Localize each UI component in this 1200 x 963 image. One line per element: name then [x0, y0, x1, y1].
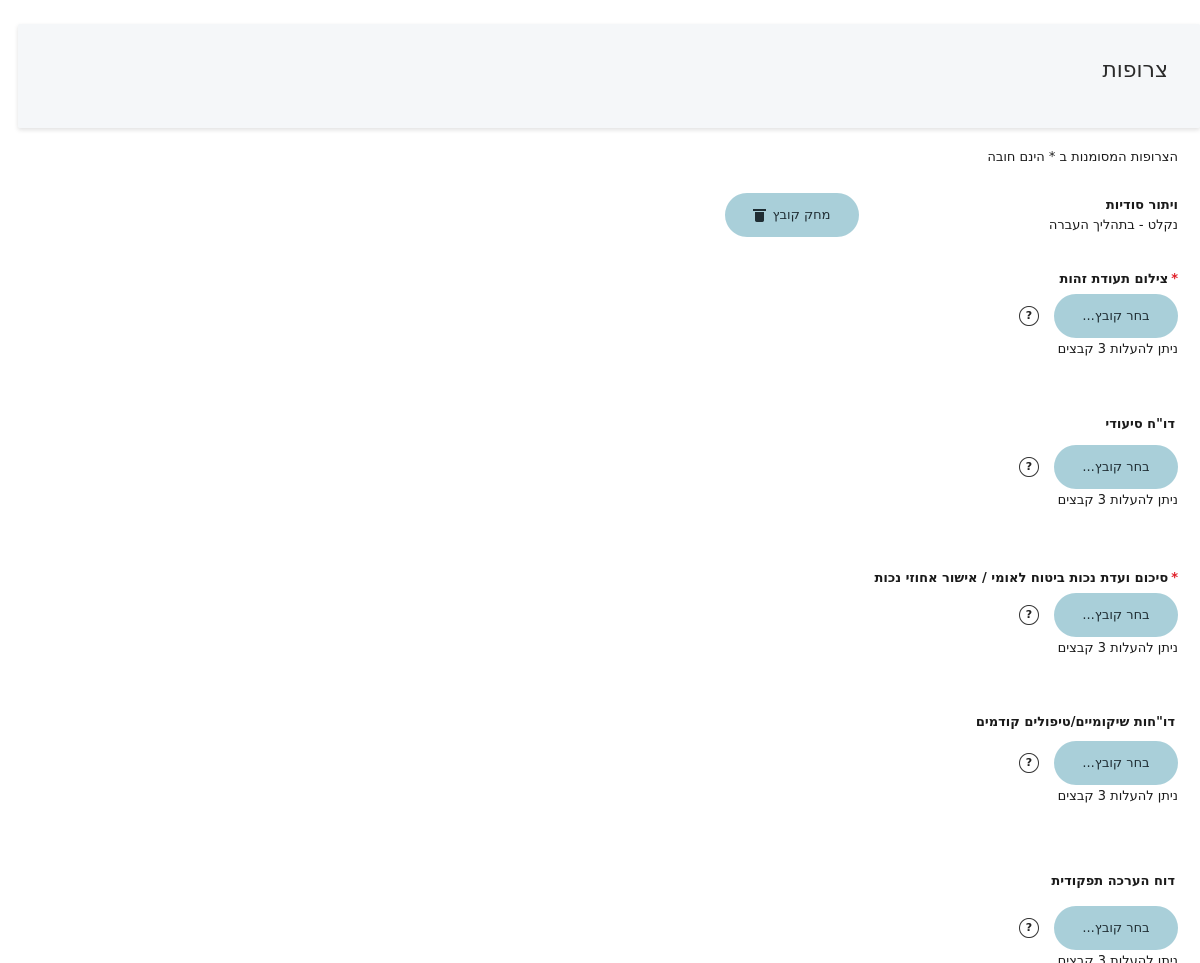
upload-limit-hint: ניתן להעלות 3 קבצים [1057, 789, 1178, 804]
attachments-page: צרופות הצרופות המסומנות ב * הינם חובה וי… [0, 0, 1200, 963]
section-label: *סיכום ועדת נכות ביטוח לאומי / אישור אחו… [874, 571, 1178, 586]
upload-limit-hint: ניתן להעלות 3 קבצים [1057, 954, 1178, 963]
header-card [18, 24, 1200, 128]
choose-file-button[interactable]: בחר קובץ... [1054, 445, 1178, 489]
upload-row: בחר קובץ... ? [578, 740, 1178, 786]
upload-limit-hint: ניתן להעלות 3 קבצים [1057, 493, 1178, 508]
delete-file-button[interactable]: מחק קובץ [725, 193, 859, 237]
existing-file-name: ויתור סודיות [1105, 198, 1178, 213]
upload-limit-hint: ניתן להעלות 3 קבצים [1057, 342, 1178, 357]
upload-row: בחר קובץ... ? [578, 444, 1178, 490]
help-icon[interactable]: ? [1019, 457, 1039, 477]
choose-file-button[interactable]: בחר קובץ... [1054, 294, 1178, 338]
upload-section-nursing-report: דו"ח סיעודי בחר קובץ... ? ניתן להעלות 3 … [578, 416, 1178, 510]
upload-section-disability-committee: *סיכום ועדת נכות ביטוח לאומי / אישור אחו… [578, 570, 1178, 658]
choose-file-button[interactable]: בחר קובץ... [1054, 906, 1178, 950]
help-icon[interactable]: ? [1019, 918, 1039, 938]
required-marker: * [1171, 571, 1178, 586]
required-notice: הצרופות המסומנות ב * הינם חובה [987, 150, 1178, 165]
upload-limit-hint: ניתן להעלות 3 קבצים [1057, 641, 1178, 656]
section-label: דוח הערכה תפקודית [1051, 874, 1175, 889]
upload-row: בחר קובץ... ? [578, 592, 1178, 638]
upload-row: בחר קובץ... ? [578, 293, 1178, 339]
required-marker: * [1171, 272, 1178, 287]
upload-section-id-photo: *צילום תעודת זהות בחר קובץ... ? ניתן להע… [578, 271, 1178, 359]
section-label: *צילום תעודת זהות [1059, 272, 1178, 287]
section-label: דו"ח סיעודי [1105, 417, 1175, 432]
upload-row: בחר קובץ... ? [578, 905, 1178, 951]
help-icon[interactable]: ? [1019, 605, 1039, 625]
upload-section-rehab-reports: דו"חות שיקומיים/טיפולים קודמים בחר קובץ.… [578, 714, 1178, 806]
choose-file-button[interactable]: בחר קובץ... [1054, 741, 1178, 785]
delete-file-label: מחק קובץ [772, 207, 831, 223]
choose-file-button[interactable]: בחר קובץ... [1054, 593, 1178, 637]
help-icon[interactable]: ? [1019, 753, 1039, 773]
page-title: צרופות [1102, 58, 1168, 83]
existing-file-status: נקלט - בתהליך העברה [1048, 218, 1178, 233]
help-icon[interactable]: ? [1019, 306, 1039, 326]
top-strip [0, 0, 1200, 12]
existing-file: ויתור סודיות נקלט - בתהליך העברה [1049, 196, 1178, 236]
section-label: דו"חות שיקומיים/טיפולים קודמים [975, 715, 1175, 730]
upload-section-functional-assessment: דוח הערכה תפקודית בחר קובץ... ? ניתן להע… [578, 873, 1178, 963]
trash-icon [752, 208, 766, 222]
